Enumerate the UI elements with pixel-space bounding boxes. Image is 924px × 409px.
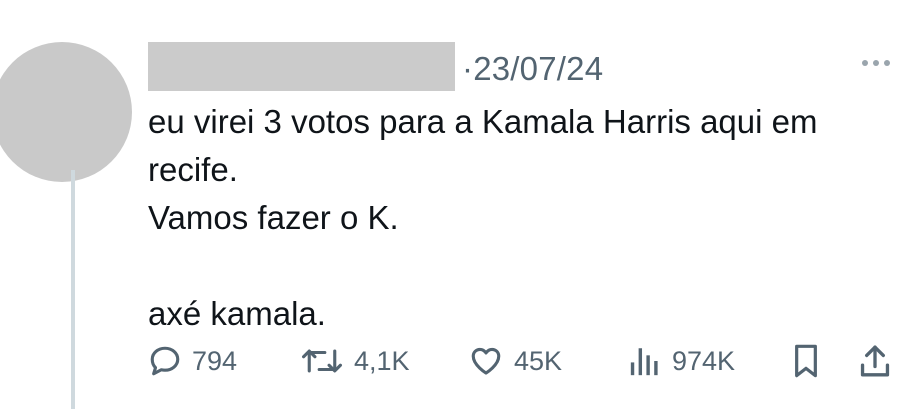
tweet-actions: 794 4,1K 45K 974K (0, 336, 924, 386)
heart-icon (468, 344, 504, 378)
reply-button[interactable]: 794 (148, 336, 237, 386)
views-count: 974K (672, 345, 736, 376)
like-button[interactable]: 45K (468, 336, 562, 386)
author-name-redacted[interactable] (148, 42, 455, 91)
like-count: 45K (514, 345, 563, 376)
tweet-text-line: recife. (148, 151, 238, 188)
repost-count: 4,1K (354, 345, 410, 376)
bar-chart-icon (628, 344, 662, 378)
tweet-date[interactable]: ·23/07/24 (462, 50, 603, 88)
tweet-text-line: eu virei 3 votos para a Kamala Harris aq… (148, 103, 818, 140)
bookmark-button[interactable] (790, 336, 822, 386)
share-upload-icon (858, 343, 892, 379)
tweet-text-line: axé kamala. (148, 295, 326, 332)
share-button[interactable] (858, 336, 892, 386)
more-dots-icon[interactable] (862, 60, 890, 66)
repost-button[interactable]: 4,1K (300, 336, 410, 386)
views-button[interactable]: 974K (628, 336, 735, 386)
avatar[interactable] (0, 42, 132, 182)
speech-bubble-icon (148, 344, 182, 378)
bookmark-icon (790, 343, 822, 379)
tweet-text-line: Vamos fazer o K. (148, 199, 399, 236)
tweet-text-line (148, 242, 908, 290)
repost-arrows-icon (300, 344, 344, 378)
tweet-text: eu virei 3 votos para a Kamala Harris aq… (148, 98, 908, 338)
reply-count: 794 (192, 345, 238, 376)
